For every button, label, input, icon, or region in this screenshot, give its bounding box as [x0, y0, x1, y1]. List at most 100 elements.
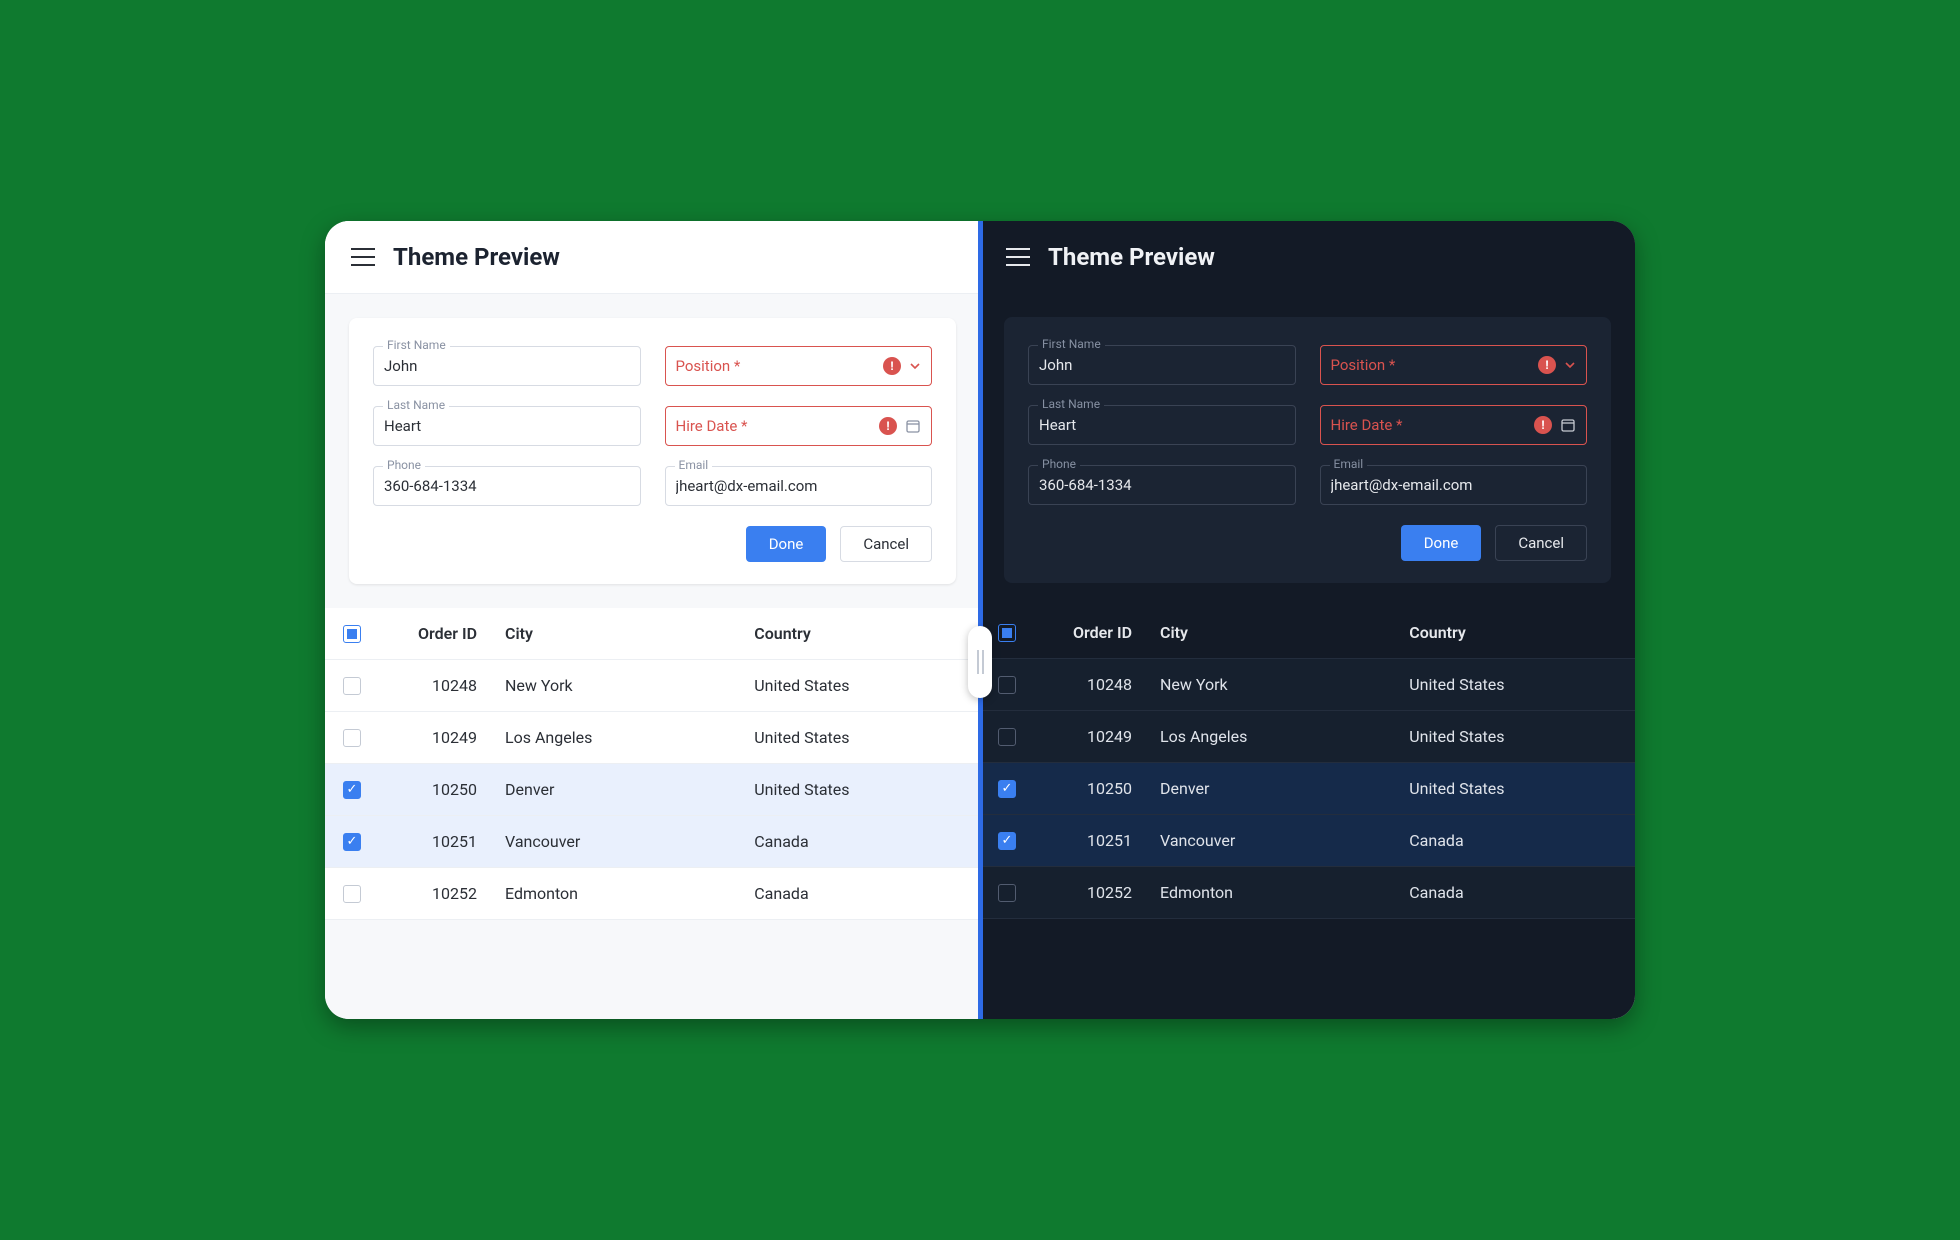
- form-actions: Done Cancel: [1028, 525, 1587, 561]
- email-field[interactable]: Email jheart@dx-email.com: [1320, 465, 1588, 505]
- table-row[interactable]: 10251VancouverCanada: [325, 816, 980, 868]
- cell-city: Edmonton: [505, 884, 754, 903]
- done-button[interactable]: Done: [1401, 525, 1482, 561]
- form-actions: Done Cancel: [373, 526, 932, 562]
- first-name-field[interactable]: First Name John: [1028, 345, 1296, 385]
- row-checkbox[interactable]: [343, 781, 361, 799]
- phone-value: 360-684-1334: [1039, 476, 1285, 494]
- email-field[interactable]: Email jheart@dx-email.com: [665, 466, 933, 506]
- cell-order-id: 10251: [395, 832, 505, 851]
- row-checkbox[interactable]: [343, 677, 361, 695]
- row-checkbox[interactable]: [343, 729, 361, 747]
- cell-order-id: 10249: [1050, 727, 1160, 746]
- select-all-checkbox[interactable]: [998, 624, 1016, 642]
- hire-date-label: Hire Date *: [676, 417, 872, 435]
- row-checkbox[interactable]: [998, 676, 1016, 694]
- page-title: Theme Preview: [1048, 243, 1215, 271]
- email-label: Email: [1330, 457, 1368, 471]
- cell-city: New York: [1160, 675, 1409, 694]
- chevron-down-icon: [909, 360, 921, 372]
- menu-icon[interactable]: [351, 248, 375, 266]
- dark-theme-panel: Theme Preview First Name John Position *…: [980, 221, 1635, 1019]
- table-row[interactable]: 10250DenverUnited States: [325, 764, 980, 816]
- error-icon: !: [1534, 416, 1552, 434]
- table-row[interactable]: 10252EdmontonCanada: [980, 867, 1635, 919]
- table-header-row: Order ID City Country: [980, 607, 1635, 659]
- row-checkbox[interactable]: [998, 832, 1016, 850]
- phone-field[interactable]: Phone 360-684-1334: [373, 466, 641, 506]
- cell-country: Canada: [1409, 831, 1617, 850]
- form-card: First Name John Position * ! Last Name H…: [1004, 317, 1611, 583]
- column-country[interactable]: Country: [1409, 623, 1617, 642]
- calendar-icon: [1560, 417, 1576, 433]
- email-label: Email: [675, 458, 713, 472]
- cell-city: New York: [505, 676, 754, 695]
- last-name-value: Heart: [384, 417, 630, 435]
- calendar-icon: [905, 418, 921, 434]
- table-row[interactable]: 10252EdmontonCanada: [325, 868, 980, 920]
- row-checkbox[interactable]: [998, 780, 1016, 798]
- done-button[interactable]: Done: [746, 526, 827, 562]
- cancel-button[interactable]: Cancel: [840, 526, 932, 562]
- row-checkbox[interactable]: [998, 884, 1016, 902]
- column-order-id[interactable]: Order ID: [395, 624, 505, 643]
- cell-country: United States: [1409, 727, 1617, 746]
- column-order-id[interactable]: Order ID: [1050, 623, 1160, 642]
- cancel-button[interactable]: Cancel: [1495, 525, 1587, 561]
- email-value: jheart@dx-email.com: [1331, 476, 1577, 494]
- last-name-field[interactable]: Last Name Heart: [373, 406, 641, 446]
- cell-city: Los Angeles: [1160, 727, 1409, 746]
- orders-table: Order ID City Country 10248New YorkUnite…: [980, 607, 1635, 1019]
- cell-city: Denver: [505, 780, 754, 799]
- error-icon: !: [883, 357, 901, 375]
- table-row[interactable]: 10248New YorkUnited States: [325, 660, 980, 712]
- first-name-field[interactable]: First Name John: [373, 346, 641, 386]
- theme-preview-comparison: Theme Preview First Name John Position *…: [325, 221, 1635, 1019]
- last-name-value: Heart: [1039, 416, 1285, 434]
- row-checkbox[interactable]: [998, 728, 1016, 746]
- cell-city: Vancouver: [505, 832, 754, 851]
- cell-country: Canada: [754, 832, 962, 851]
- column-city[interactable]: City: [505, 624, 754, 643]
- select-all-checkbox[interactable]: [343, 625, 361, 643]
- table-row[interactable]: 10248New YorkUnited States: [980, 659, 1635, 711]
- first-name-value: John: [384, 357, 630, 375]
- cell-city: Los Angeles: [505, 728, 754, 747]
- last-name-field[interactable]: Last Name Heart: [1028, 405, 1296, 445]
- row-checkbox[interactable]: [343, 885, 361, 903]
- phone-label: Phone: [1038, 457, 1080, 471]
- cell-city: Edmonton: [1160, 883, 1409, 902]
- cell-order-id: 10248: [1050, 675, 1160, 694]
- cell-country: United States: [754, 780, 962, 799]
- cell-order-id: 10250: [1050, 779, 1160, 798]
- table-row[interactable]: 10249Los AngelesUnited States: [325, 712, 980, 764]
- cell-country: Canada: [754, 884, 962, 903]
- cell-country: United States: [1409, 779, 1617, 798]
- row-checkbox[interactable]: [343, 833, 361, 851]
- orders-table: Order ID City Country 10248New YorkUnite…: [325, 608, 980, 1019]
- hire-date-field[interactable]: Hire Date * !: [665, 406, 933, 446]
- cell-order-id: 10251: [1050, 831, 1160, 850]
- phone-field[interactable]: Phone 360-684-1334: [1028, 465, 1296, 505]
- menu-icon[interactable]: [1006, 248, 1030, 266]
- split-divider: [978, 221, 983, 1019]
- table-row[interactable]: 10251VancouverCanada: [980, 815, 1635, 867]
- column-country[interactable]: Country: [754, 624, 962, 643]
- hire-date-field[interactable]: Hire Date * !: [1320, 405, 1588, 445]
- column-city[interactable]: City: [1160, 623, 1409, 642]
- cell-order-id: 10252: [1050, 883, 1160, 902]
- form-card: First Name John Position * ! Last Name H…: [349, 318, 956, 584]
- cell-order-id: 10252: [395, 884, 505, 903]
- split-handle[interactable]: [968, 626, 992, 698]
- cell-order-id: 10249: [395, 728, 505, 747]
- light-theme-panel: Theme Preview First Name John Position *…: [325, 221, 980, 1019]
- last-name-label: Last Name: [1038, 397, 1104, 411]
- table-row[interactable]: 10250DenverUnited States: [980, 763, 1635, 815]
- table-row[interactable]: 10249Los AngelesUnited States: [980, 711, 1635, 763]
- cell-country: Canada: [1409, 883, 1617, 902]
- position-field[interactable]: Position * !: [1320, 345, 1588, 385]
- position-field[interactable]: Position * !: [665, 346, 933, 386]
- error-icon: !: [879, 417, 897, 435]
- first-name-label: First Name: [383, 338, 450, 352]
- table-header-row: Order ID City Country: [325, 608, 980, 660]
